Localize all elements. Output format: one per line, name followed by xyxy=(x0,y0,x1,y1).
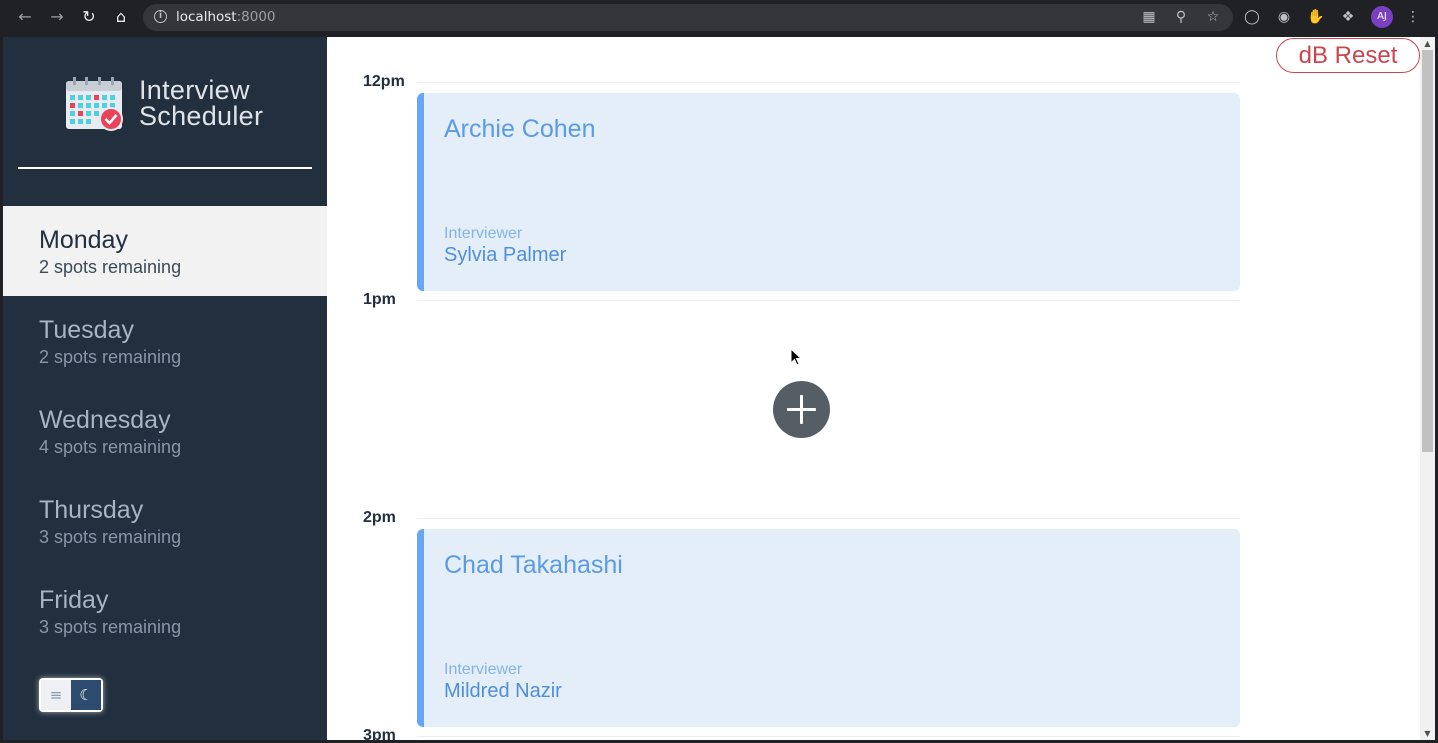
day-name: Friday xyxy=(39,586,109,614)
home-icon[interactable]: ⌂ xyxy=(111,7,131,27)
zoom-icon[interactable]: ⚲ xyxy=(1172,8,1190,26)
browser-toolbar: ← → ↻ ⌂ i localhost:8000 ▦ ⚲ ☆ ◯ ◉ ✋ ❖ A… xyxy=(0,0,1438,35)
reload-icon[interactable]: ↻ xyxy=(79,7,99,27)
hour-label: 2pm xyxy=(363,509,396,526)
theme-toggle[interactable]: ≡ ☾ xyxy=(39,678,103,712)
app-title: Interview Scheduler xyxy=(139,75,264,131)
hour-label: 12pm xyxy=(363,73,405,90)
hour-divider xyxy=(417,300,1240,301)
hour-label: 3pm xyxy=(363,727,396,740)
lightbulb-extension-icon[interactable]: ◯ xyxy=(1243,8,1261,26)
day-name: Wednesday xyxy=(39,406,171,434)
day-item-friday[interactable]: Friday 3 spots remaining xyxy=(3,566,327,656)
student-name: Archie Cohen xyxy=(444,115,596,143)
eyes-extension-icon[interactable]: ◉ xyxy=(1275,8,1293,26)
url-text: localhost:8000 xyxy=(176,9,276,25)
interviewer-label: Interviewer xyxy=(444,225,523,242)
forward-icon[interactable]: → xyxy=(47,7,67,27)
moon-icon[interactable]: ☾ xyxy=(71,680,101,710)
scroll-up-icon[interactable]: ▲ xyxy=(1423,39,1432,48)
calendar-logo-icon xyxy=(66,77,123,131)
hour-divider xyxy=(417,518,1240,519)
scroll-thumb[interactable] xyxy=(1422,50,1433,452)
puzzle-extensions-icon[interactable]: ❖ xyxy=(1339,8,1357,26)
hand-extension-icon[interactable]: ✋ xyxy=(1307,8,1325,26)
day-name: Thursday xyxy=(39,496,144,524)
day-item-tuesday[interactable]: Tuesday 2 spots remaining xyxy=(3,296,327,386)
interviewer-label: Interviewer xyxy=(444,661,523,678)
day-item-wednesday[interactable]: Wednesday 4 spots remaining xyxy=(3,386,327,476)
profile-avatar[interactable]: AJ xyxy=(1371,6,1393,28)
appointment-card[interactable]: Archie Cohen Interviewer Sylvia Palmer xyxy=(417,93,1240,291)
back-icon[interactable]: ← xyxy=(15,7,35,27)
day-spots: 2 spots remaining xyxy=(39,257,182,277)
db-reset-button[interactable]: dB Reset xyxy=(1276,38,1420,73)
hour-divider xyxy=(417,736,1240,737)
bookmark-star-icon[interactable]: ☆ xyxy=(1204,8,1222,26)
day-spots: 3 spots remaining xyxy=(39,527,182,547)
hour-divider xyxy=(417,82,1240,83)
schedule: dB Reset 12pm Archie Cohen Interviewer S… xyxy=(327,37,1420,740)
day-item-thursday[interactable]: Thursday 3 spots remaining xyxy=(3,476,327,566)
menu-lines-icon[interactable]: ≡ xyxy=(41,680,71,710)
sidebar: Interview Scheduler Monday 2 spots remai… xyxy=(3,37,327,740)
day-list: Monday 2 spots remaining Tuesday 2 spots… xyxy=(3,206,327,656)
page-viewport: Interview Scheduler Monday 2 spots remai… xyxy=(3,37,1435,740)
divider xyxy=(18,167,312,169)
day-spots: 2 spots remaining xyxy=(39,347,182,367)
address-bar[interactable]: i localhost:8000 ▦ ⚲ ☆ xyxy=(143,4,1233,31)
qr-code-icon[interactable]: ▦ xyxy=(1140,8,1158,26)
day-spots: 4 spots remaining xyxy=(39,437,182,457)
add-appointment-button[interactable] xyxy=(773,381,830,438)
day-name: Tuesday xyxy=(39,316,134,344)
mouse-cursor-icon xyxy=(790,348,803,366)
hour-label: 1pm xyxy=(363,291,396,308)
day-spots: 3 spots remaining xyxy=(39,617,182,637)
vertical-scrollbar[interactable]: ▲ ▼ xyxy=(1420,37,1435,740)
menu-kebab-icon[interactable]: ⋮ xyxy=(1404,8,1422,26)
student-name: Chad Takahashi xyxy=(444,551,623,579)
day-item-monday[interactable]: Monday 2 spots remaining xyxy=(3,206,327,296)
site-info-icon[interactable]: i xyxy=(154,10,167,23)
interviewer-name: Sylvia Palmer xyxy=(444,244,567,266)
day-name: Monday xyxy=(39,226,128,254)
appointment-card[interactable]: Chad Takahashi Interviewer Mildred Nazir xyxy=(417,529,1240,727)
scroll-down-icon[interactable]: ▼ xyxy=(1423,729,1432,738)
interviewer-name: Mildred Nazir xyxy=(444,680,562,702)
